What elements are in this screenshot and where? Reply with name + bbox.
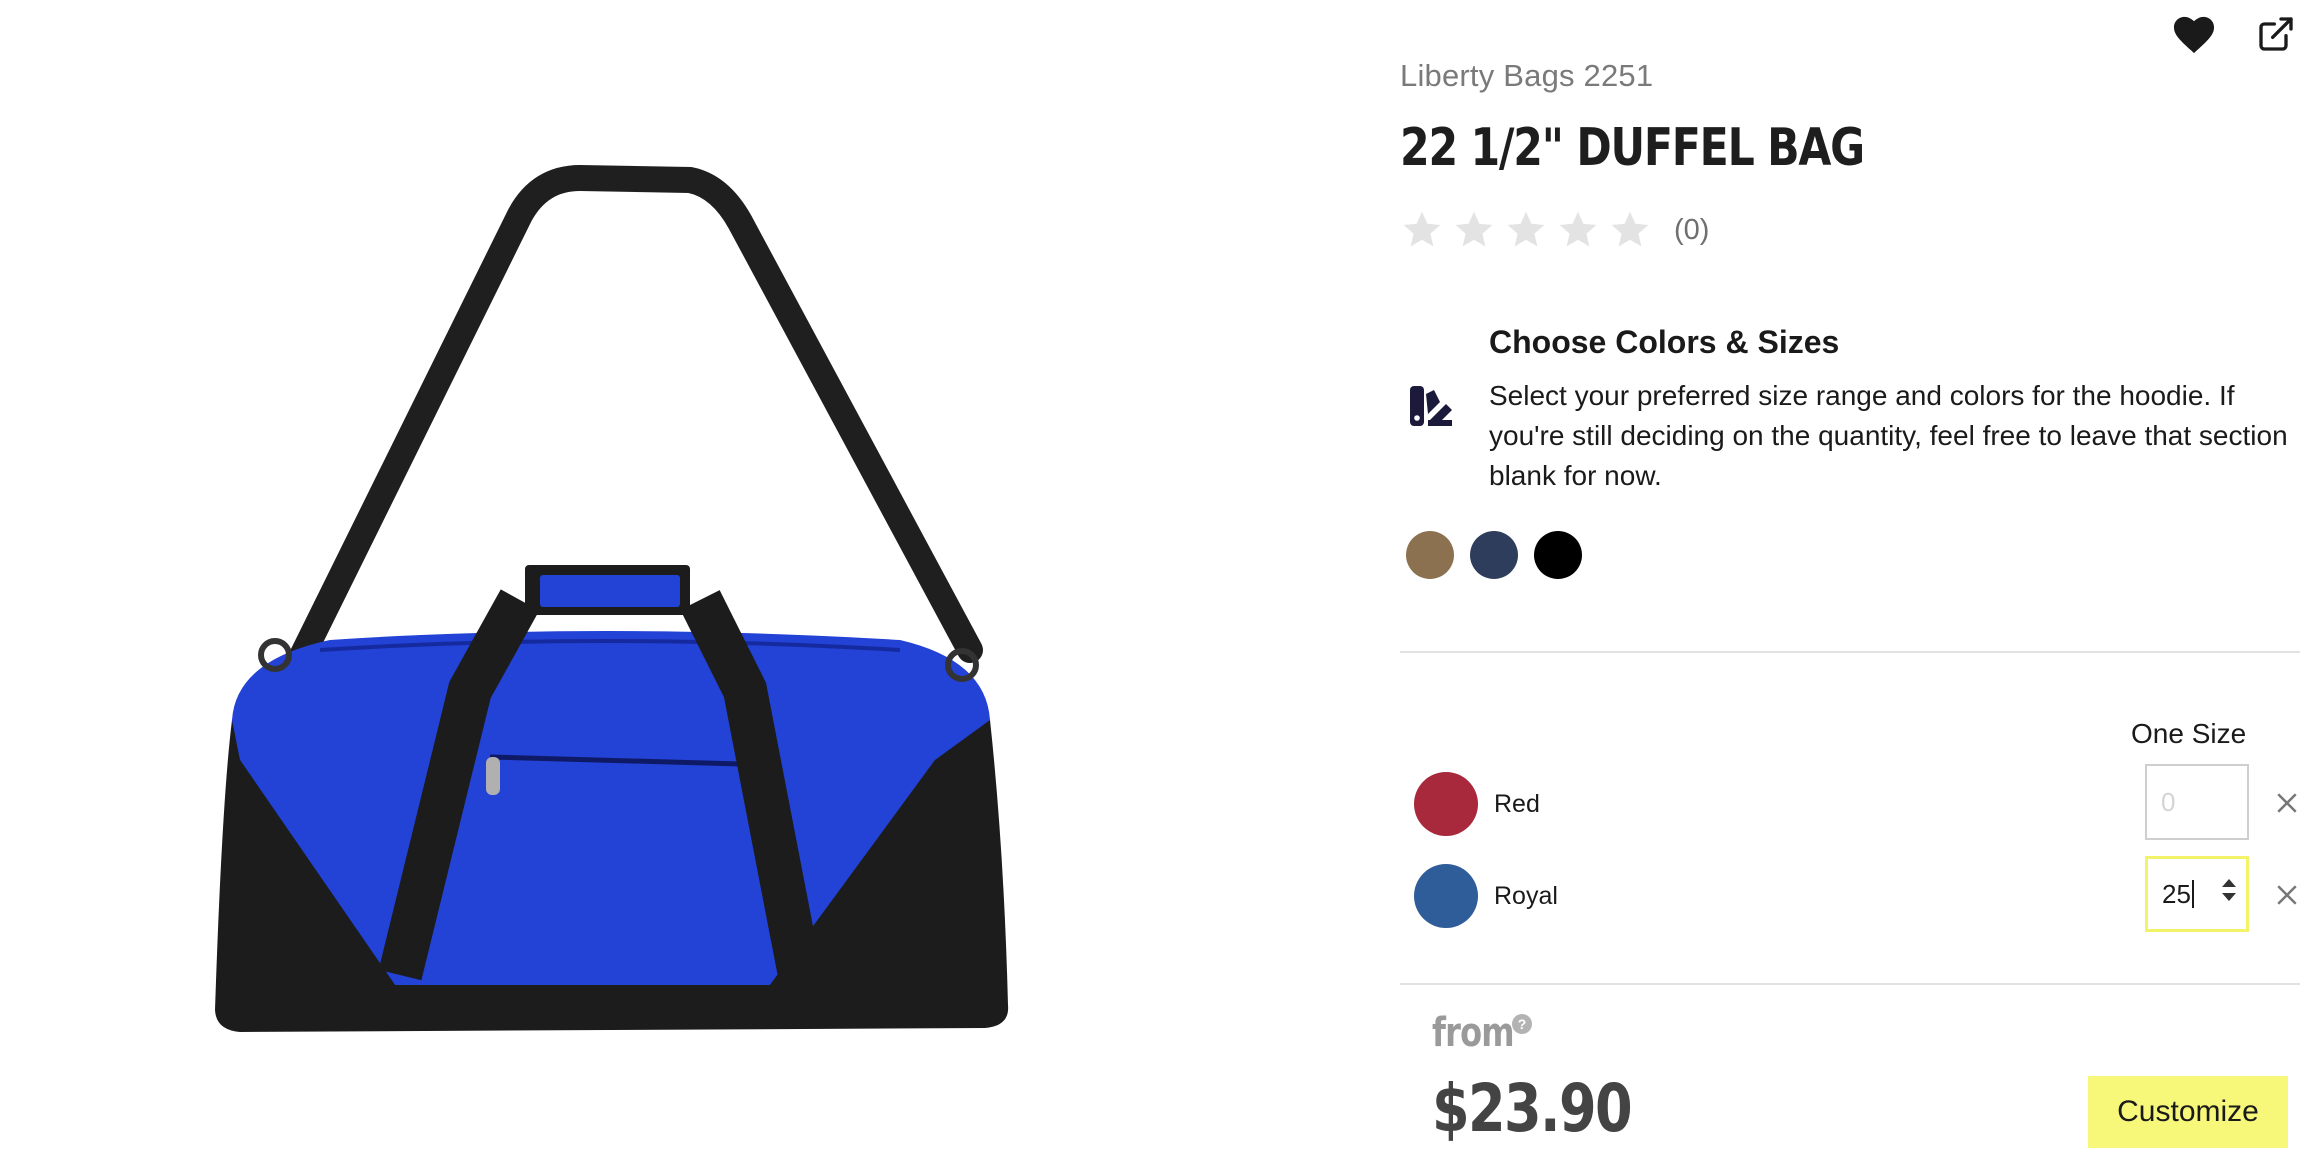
swatch-khaki[interactable] xyxy=(1406,531,1454,579)
swatch-navy[interactable] xyxy=(1470,531,1518,579)
choose-colors-sizes: Choose Colors & Sizes Select your prefer… xyxy=(1400,320,2300,520)
price-block: from ? $23.90 xyxy=(1432,1010,1633,1147)
help-icon[interactable]: ? xyxy=(1512,1014,1532,1034)
palette-icon xyxy=(1410,386,1452,426)
quantity-input-royal[interactable]: 25 xyxy=(2145,856,2249,932)
review-count: (0) xyxy=(1674,213,1710,246)
product-title: 22 1/2" DUFFEL BAG xyxy=(1400,118,1865,178)
heart-icon[interactable] xyxy=(2170,10,2218,58)
close-icon[interactable] xyxy=(2272,880,2302,910)
star-icon xyxy=(1559,211,1597,247)
size-column-header: One Size xyxy=(2131,718,2247,749)
product-image xyxy=(0,0,1290,1164)
choose-heading: Choose Colors & Sizes xyxy=(1489,324,1840,360)
quantity-input-red[interactable]: 0 xyxy=(2145,764,2249,840)
color-swatches xyxy=(1406,531,1582,579)
divider xyxy=(1400,983,2300,985)
from-label: from xyxy=(1432,1010,1515,1056)
price: $23.90 xyxy=(1432,1070,1633,1147)
customize-button[interactable]: Customize xyxy=(2088,1076,2288,1148)
stepper-down-icon[interactable] xyxy=(2222,893,2236,901)
brand-sku: Liberty Bags 2251 xyxy=(1400,58,1654,93)
color-dot-red xyxy=(1414,772,1478,836)
top-actions xyxy=(2170,10,2300,58)
quantity-value: 25 xyxy=(2162,878,2191,909)
star-icon xyxy=(1403,211,1441,247)
text-caret xyxy=(2191,880,2194,908)
rating[interactable]: (0) xyxy=(1400,208,1709,252)
color-dot-royal xyxy=(1414,864,1478,928)
color-name: Royal xyxy=(1494,882,1558,910)
close-icon[interactable] xyxy=(2272,788,2302,818)
duffel-bag-illustration xyxy=(215,164,1009,1032)
color-row-royal: Royal 25 xyxy=(1414,856,2300,936)
color-row-red: Red 0 xyxy=(1414,764,2300,844)
choose-description: Select your preferred size range and col… xyxy=(1489,380,2288,491)
star-icon xyxy=(1455,211,1493,247)
swatch-black[interactable] xyxy=(1534,531,1582,579)
divider xyxy=(1400,651,2300,653)
quantity-stepper[interactable] xyxy=(2222,879,2236,901)
external-link-icon[interactable] xyxy=(2252,10,2300,58)
color-name: Red xyxy=(1494,790,1540,818)
stepper-up-icon[interactable] xyxy=(2222,879,2236,887)
star-icon xyxy=(1507,211,1545,247)
star-icon xyxy=(1611,211,1649,247)
